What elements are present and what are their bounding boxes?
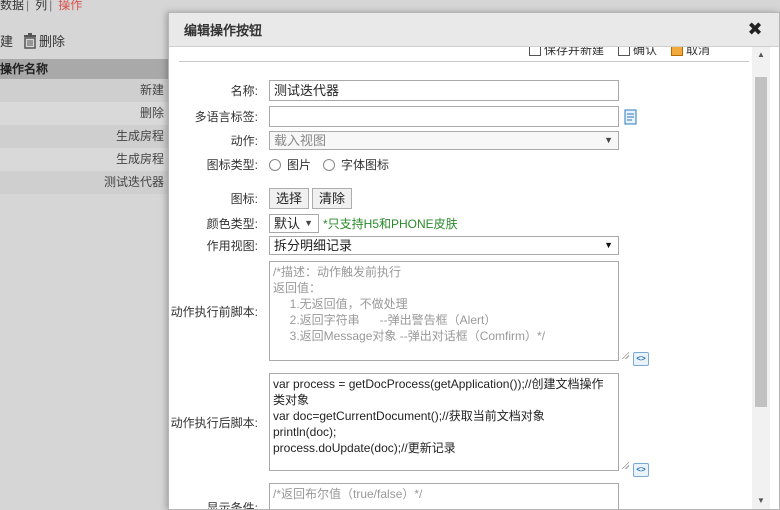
lang-tag-label: 多语言标签: (194, 110, 258, 124)
resize-handle[interactable] (621, 351, 629, 359)
cancel-label: 取消 (686, 47, 711, 57)
color-type-label: 颜色类型: (206, 217, 258, 231)
scroll-down-icon[interactable]: ▼ (752, 493, 770, 509)
tab-separator: | (26, 0, 30, 12)
color-type-value: 默认 (274, 216, 301, 231)
action-label: 动作: (230, 134, 258, 148)
icon-type-row: 图标类型: 图片 字体图标 (169, 155, 401, 174)
icon-row: 图标: 选择 清除 (169, 188, 355, 209)
name-input[interactable]: 测试迭代器 (269, 80, 619, 101)
delete-button[interactable]: 删除 (23, 31, 65, 50)
show-condition-textarea[interactable]: /*返回布尔值（true/false）*/ (269, 483, 619, 509)
action-select-value: 载入视图 (274, 133, 327, 148)
view-label: 作用视图: (206, 239, 258, 253)
scroll-up-icon[interactable]: ▲ (752, 47, 770, 63)
select-icon-button[interactable]: 选择 (269, 188, 310, 209)
confirm-button[interactable]: 确认 (618, 47, 657, 58)
table-row[interactable]: 生成房程 (0, 148, 172, 171)
save-icon (529, 47, 541, 56)
tab-separator: | (49, 0, 53, 12)
name-row: 名称: 测试迭代器 (169, 80, 619, 101)
script-editor-icon[interactable]: <> (633, 352, 649, 366)
table-row[interactable]: 测试迭代器 (0, 171, 172, 194)
color-type-select[interactable]: 默认 ▼ (269, 214, 319, 233)
chevron-down-icon: ▼ (304, 218, 313, 228)
color-type-hint: *只支持H5和PHONE皮肤 (323, 217, 458, 231)
table-row[interactable]: 删除 (0, 102, 172, 125)
before-script-textarea[interactable]: /*描述：动作触发前执行 返回值： 1.无返回值，不做处理 2.返回字符串 --… (269, 261, 619, 361)
new-button[interactable]: 建 (0, 31, 13, 50)
after-script-row: 动作执行后脚本: var process = getDocProcess(get… (169, 372, 619, 472)
color-type-row: 颜色类型: 默认 ▼ *只支持H5和PHONE皮肤 (169, 214, 458, 233)
tab-actions[interactable]: 操作 (58, 0, 82, 11)
table-row[interactable]: 新建 (0, 79, 172, 102)
after-script-textarea[interactable]: var process = getDocProcess(getApplicati… (269, 373, 619, 471)
dialog-actions: 保存并新建 确认 取消 (529, 47, 724, 58)
view-row: 作用视图: 拆分明细记录 ▼ (169, 236, 619, 255)
view-select-value: 拆分明细记录 (274, 238, 353, 253)
confirm-label: 确认 (633, 47, 658, 57)
language-picker-icon[interactable] (624, 109, 638, 125)
dialog-scrollbar[interactable]: ▲ ▼ (752, 47, 770, 509)
save-and-new-button[interactable]: 保存并新建 (529, 47, 604, 58)
after-script-label: 动作执行后脚本: (170, 415, 258, 430)
icon-type-image-radio[interactable]: 图片 (269, 156, 311, 173)
radio-image-label: 图片 (287, 158, 312, 172)
background-toolbar: 建 删除 (0, 31, 75, 50)
action-select[interactable]: 载入视图 ▼ (269, 131, 619, 150)
before-script-label: 动作执行前脚本: (170, 304, 258, 319)
clear-icon-button[interactable]: 清除 (312, 188, 353, 209)
chevron-down-icon: ▼ (604, 135, 613, 145)
view-select[interactable]: 拆分明细记录 ▼ (269, 236, 619, 255)
show-condition-row: 显示条件: /*返回布尔值（true/false）*/ (169, 483, 619, 509)
radio-circle-icon (269, 158, 281, 171)
name-label: 名称: (230, 84, 258, 98)
chevron-down-icon: ▼ (604, 240, 613, 250)
icon-type-label: 图标类型: (206, 158, 258, 172)
confirm-icon (618, 47, 631, 56)
lang-tag-row: 多语言标签: (169, 106, 638, 127)
radio-circle-icon (323, 158, 336, 171)
dialog-title: 编辑操作按钮 (184, 23, 263, 38)
new-button-label: 建 (0, 34, 14, 49)
dialog-body: 保存并新建 确认 取消 名称: 测试迭代器 多语言标签: 动作: 载入视图 ▼ … (169, 47, 749, 509)
before-script-row: 动作执行前脚本: /*描述：动作触发前执行 返回值： 1.无返回值，不做处理 2… (169, 260, 619, 362)
table-row[interactable]: 生成房程 (0, 125, 172, 148)
icon-label: 图标: (230, 192, 258, 206)
tab-data[interactable]: 数据 (0, 0, 24, 11)
cancel-icon (671, 47, 684, 56)
delete-button-label: 删除 (39, 34, 66, 49)
radio-font-label: 字体图标 (341, 158, 390, 172)
lang-tag-input[interactable] (269, 106, 619, 127)
script-editor-icon[interactable]: <> (633, 463, 649, 477)
close-icon[interactable]: ✖ (747, 20, 763, 38)
dialog-divider (179, 61, 749, 62)
scroll-thumb[interactable] (755, 77, 767, 407)
tab-columns[interactable]: 列 (35, 0, 47, 11)
save-and-new-label: 保存并新建 (544, 47, 605, 57)
cancel-button[interactable]: 取消 (671, 47, 710, 58)
show-condition-label: 显示条件: (206, 501, 258, 509)
background-tabs: 数据 | 列 | 操作 (0, 0, 84, 12)
trash-icon (24, 32, 37, 49)
dialog-header: 编辑操作按钮 ✖ (169, 13, 779, 47)
action-row: 动作: 载入视图 ▼ (169, 131, 619, 150)
resize-handle[interactable] (621, 461, 629, 469)
icon-type-font-radio[interactable]: 字体图标 (323, 156, 389, 173)
edit-action-dialog: 编辑操作按钮 ✖ 保存并新建 确认 取消 名称: 测试迭代器 多语言标签: 动作… (168, 12, 780, 510)
